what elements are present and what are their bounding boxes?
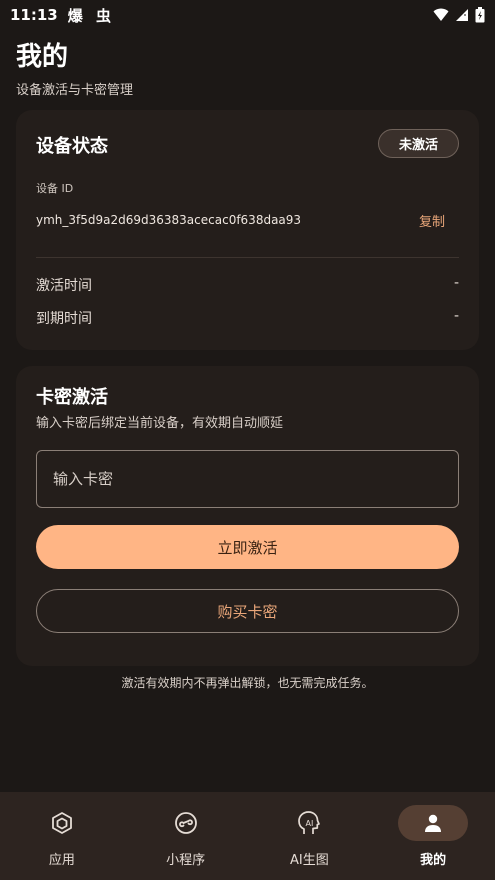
device-status-title: 设备状态 — [36, 136, 108, 157]
svg-text:AI: AI — [306, 819, 314, 828]
signal-icon — [456, 9, 468, 21]
page-subtitle: 设备激活与卡密管理 — [16, 83, 134, 98]
notification-icons: 爆 虫 — [67, 6, 115, 25]
ai-head-icon: AI — [298, 811, 321, 834]
card-activation-card: 卡密激活 输入卡密后绑定当前设备，有效期自动顺延 立即激活 购买卡密 — [16, 366, 479, 666]
card-code-input[interactable] — [36, 450, 459, 508]
nav-item-apps[interactable]: 应用 — [0, 792, 124, 880]
activation-time-value: - — [453, 275, 459, 291]
expiry-time-value: - — [453, 308, 459, 324]
copy-device-id-button[interactable]: 复制 — [419, 211, 445, 230]
wifi-icon — [433, 8, 449, 21]
activation-status-badge: 未激活 — [377, 129, 459, 158]
device-id-value: ymh_3f5d9a2d69d36383acecac0f638daa93 — [36, 213, 302, 227]
nav-label-apps: 应用 — [48, 853, 75, 868]
buy-card-button[interactable]: 购买卡密 — [36, 589, 459, 633]
person-icon — [425, 814, 442, 832]
nav-label-mini-program: 小程序 — [166, 853, 206, 868]
divider — [36, 257, 459, 258]
nav-label-ai-image: AI生图 — [290, 853, 329, 868]
device-id-label: 设备 ID — [36, 182, 74, 195]
battery-icon — [475, 7, 485, 23]
page-header: 我的 设备激活与卡密管理 — [16, 36, 133, 98]
expiry-time-label: 到期时间 — [36, 311, 92, 327]
card-activation-title: 卡密激活 — [36, 387, 108, 408]
apps-cube-icon — [51, 812, 72, 834]
activation-time-row: 激活时间 - — [36, 275, 459, 295]
expiry-time-row: 到期时间 - — [36, 308, 459, 328]
status-bar: 11:13 爆 虫 — [0, 0, 495, 30]
activation-note: 激活有效期内不再弹出解锁，也无需完成任务。 — [121, 676, 374, 690]
nav-item-mine[interactable]: 我的 — [371, 792, 495, 880]
activate-now-button[interactable]: 立即激活 — [36, 525, 459, 569]
nav-item-ai-image[interactable]: AI AI生图 — [248, 792, 372, 880]
device-status-card: 设备状态 未激活 设备 ID ymh_3f5d9a2d69d36383aceca… — [16, 110, 479, 350]
status-time: 11:13 — [10, 6, 58, 24]
card-activation-description: 输入卡密后绑定当前设备，有效期自动顺延 — [36, 416, 284, 431]
nav-label-mine: 我的 — [420, 853, 447, 868]
mini-program-icon — [174, 812, 197, 834]
page-title: 我的 — [16, 42, 69, 72]
nav-item-mini-program[interactable]: 小程序 — [124, 792, 248, 880]
activation-time-label: 激活时间 — [36, 278, 92, 294]
bottom-nav: 应用 小程序 AI AI生图 我的 — [0, 792, 495, 880]
status-icons — [433, 7, 485, 23]
